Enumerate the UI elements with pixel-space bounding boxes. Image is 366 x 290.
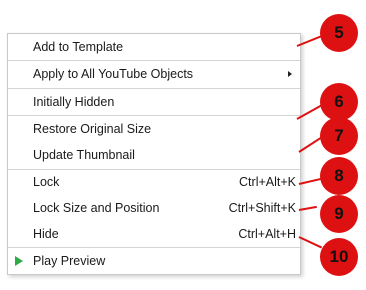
menu-item-label: Add to Template [33, 40, 124, 54]
callout-pointer-7 [298, 136, 323, 153]
menu-item-add-to-template[interactable]: Add to Template [8, 35, 300, 59]
callout-badge-9: 9 [320, 195, 358, 233]
menu-item-label: Lock Size and Position [33, 201, 160, 215]
menu-separator [8, 88, 300, 89]
menu-item-shortcut: Ctrl+Shift+K [228, 201, 296, 215]
menu-item-shortcut: Ctrl+Alt+H [238, 227, 296, 241]
menu-item-restore-original-size[interactable]: Restore Original Size [8, 117, 300, 141]
menu-item-initially-hidden[interactable]: Initially Hidden [8, 90, 300, 114]
menu-item-play-preview[interactable]: Play Preview [8, 249, 300, 273]
menu-item-label: Lock [33, 175, 60, 189]
menu-separator [8, 115, 300, 116]
callout-badge-8: 8 [320, 157, 358, 195]
callout-pointer-8 [298, 177, 322, 185]
menu-item-label: Restore Original Size [33, 122, 152, 136]
callout-pointer-9 [298, 205, 317, 211]
callout-badge-10: 10 [320, 238, 358, 276]
menu-item-hide[interactable]: Hide Ctrl+Alt+H [8, 222, 300, 246]
menu-item-apply-to-all-youtube-objects[interactable]: Apply to All YouTube Objects [8, 62, 300, 86]
menu-item-label: Play Preview [33, 254, 106, 268]
menu-item-lock-size-and-position[interactable]: Lock Size and Position Ctrl+Shift+K [8, 196, 300, 220]
context-menu: Add to Template Apply to All YouTube Obj… [7, 33, 301, 275]
menu-separator [8, 60, 300, 61]
callout-pointer-10 [298, 236, 323, 249]
menu-item-label: Hide [33, 227, 59, 241]
menu-separator [8, 247, 300, 248]
play-icon [15, 256, 23, 266]
menu-item-shortcut: Ctrl+Alt+K [239, 175, 296, 189]
callout-badge-5: 5 [320, 14, 358, 52]
callout-badge-7: 7 [320, 117, 358, 155]
chevron-right-icon [288, 71, 292, 77]
menu-item-label: Initially Hidden [33, 95, 115, 109]
callout-badge-6: 6 [320, 83, 358, 121]
menu-item-update-thumbnail[interactable]: Update Thumbnail [8, 143, 300, 167]
menu-item-label: Update Thumbnail [33, 148, 135, 162]
menu-item-label: Apply to All YouTube Objects [33, 67, 194, 81]
menu-item-lock[interactable]: Lock Ctrl+Alt+K [8, 170, 300, 194]
